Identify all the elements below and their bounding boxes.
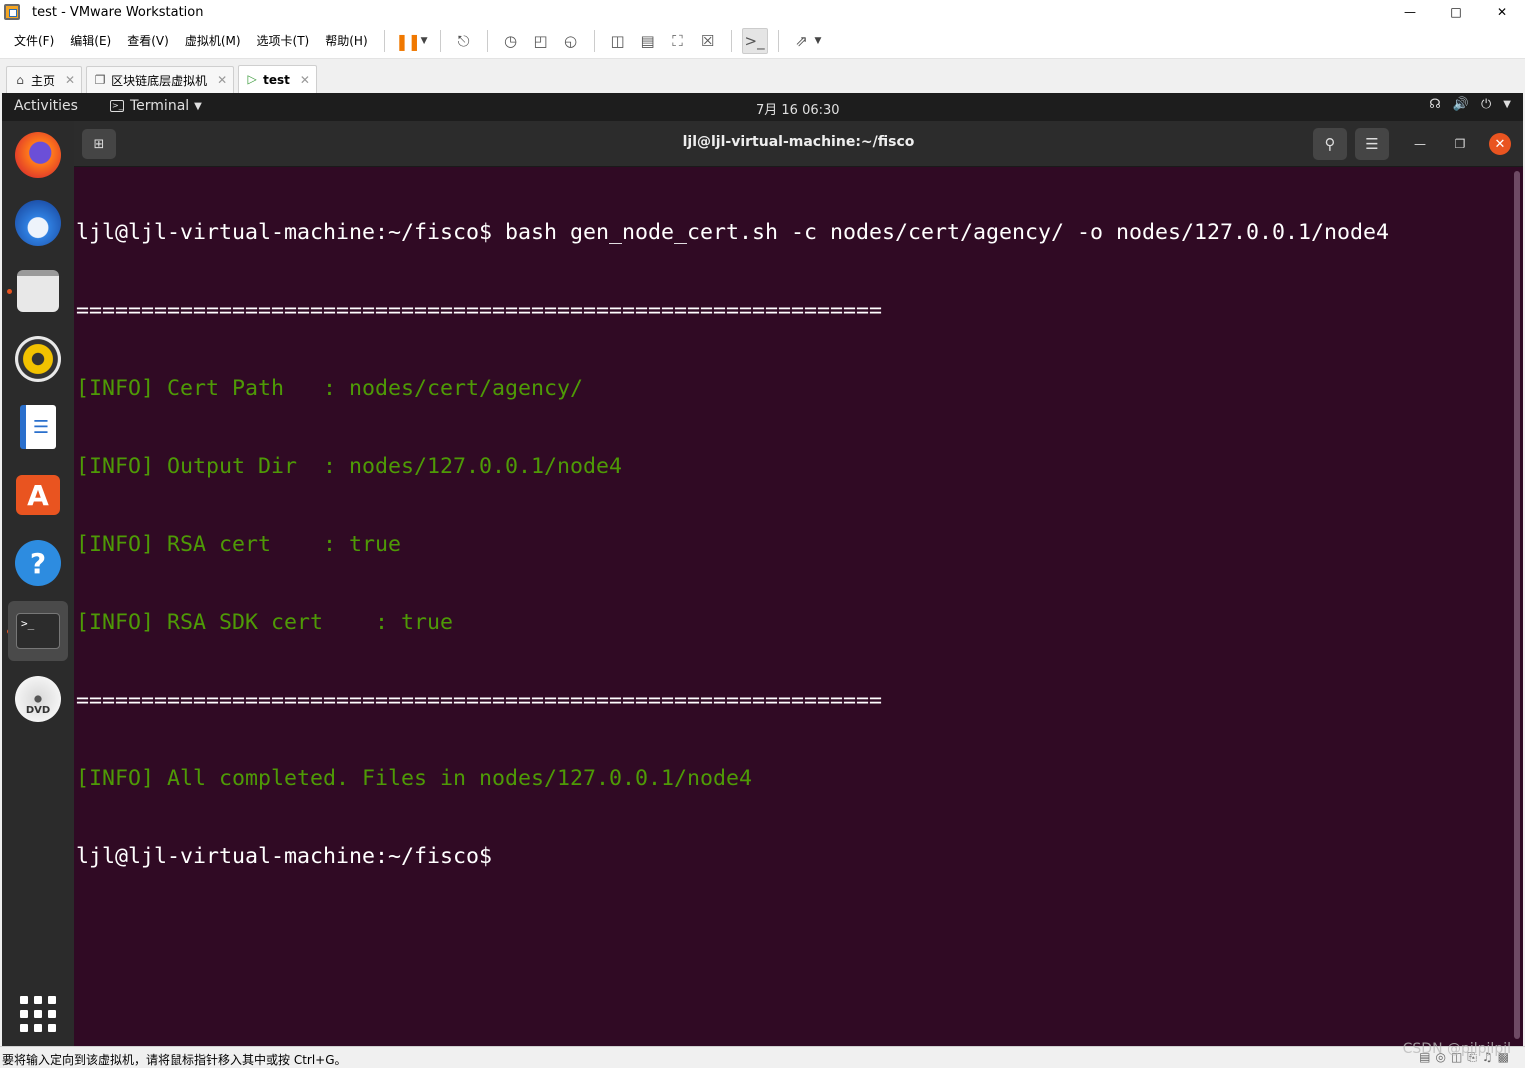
terminal-line-command: ljl@ljl-virtual-machine:~/fisco$ bash ge… (76, 220, 1390, 245)
menu-edit[interactable]: 编辑(E) (62, 29, 119, 53)
menu-vm[interactable]: 虚拟机(M) (177, 29, 249, 53)
hamburger-menu-icon[interactable]: ☰ (1355, 128, 1389, 160)
toolbar-separator (593, 30, 595, 52)
rhythmbox-icon (15, 336, 61, 382)
toolbar-separator (383, 30, 385, 52)
tab-label: test (263, 72, 290, 87)
terminal-line-info: [INFO] Output Dir : nodes/127.0.0.1/node… (76, 454, 623, 479)
unity-icon[interactable]: ☒ (695, 28, 721, 54)
dock-item-files[interactable] (8, 261, 68, 321)
libreoffice-writer-icon: ☰ (20, 405, 56, 449)
vmware-statusbar: 要将输入定向到该虚拟机，请将鼠标指针移入其中或按 Ctrl+G。 ▤ ◎ ◫ ⎘… (0, 1041, 1525, 1068)
tab-close-icon[interactable]: ✕ (217, 73, 227, 87)
terminal-output[interactable]: ljl@ljl-virtual-machine:~/fisco$ bash ge… (76, 168, 1512, 1044)
fullscreen-icon[interactable]: ⛶ (665, 28, 691, 54)
terminal-icon: >_ (16, 613, 60, 649)
help-icon: ? (15, 540, 61, 586)
terminal-line-separator: ========================================… (76, 298, 883, 323)
console-view-icon[interactable]: >_ (741, 28, 768, 54)
tab-label: 区块链底层虚拟机 (111, 73, 208, 88)
dock-item-software[interactable]: A (8, 465, 68, 525)
home-icon: ⌂ (16, 72, 24, 87)
dock-item-thunderbird[interactable] (8, 193, 68, 253)
restore-icon[interactable]: ❐ (1449, 133, 1471, 155)
terminal-small-icon: >_ (110, 100, 124, 112)
vmware-logo-icon (4, 4, 20, 20)
minimize-button[interactable]: — (1387, 0, 1433, 24)
ubuntu-software-icon: A (16, 475, 60, 515)
dock-item-help[interactable]: ? (8, 533, 68, 593)
vm-icon: ❐ (94, 72, 106, 87)
stretch-dropdown-icon[interactable]: ▼ (815, 36, 822, 46)
chevron-down-icon: ▼ (194, 100, 202, 112)
vmware-tabbar: ⌂ 主页 ✕ ❐ 区块链底层虚拟机 ✕ ▷ test ✕ (0, 60, 1525, 93)
terminal-line-prompt: ljl@ljl-virtual-machine:~/fisco$ (76, 844, 493, 869)
watermark: CSDN @pjlpjlpjl (1402, 1041, 1511, 1057)
tab-home[interactable]: ⌂ 主页 ✕ (6, 66, 83, 93)
tab-close-icon[interactable]: ✕ (65, 73, 75, 87)
firefox-icon (15, 132, 61, 178)
terminal-headerbar: ⊞ ljl@ljl-virtual-machine:~/fisco ⚲ ☰ — … (74, 121, 1523, 167)
terminal-line-info: [INFO] Cert Path : nodes/cert/agency/ (76, 376, 584, 401)
snapshot-icon[interactable]: ◷ (498, 28, 524, 54)
menu-file[interactable]: 文件(F) (6, 29, 62, 53)
vmware-title-bar: test - VMware Workstation — □ ✕ (0, 0, 1525, 24)
send-ctrl-alt-del-icon[interactable]: ⎋ (451, 28, 477, 54)
ubuntu-dock: ☰ A ? >_ DVD (2, 121, 74, 1046)
close-icon[interactable]: ✕ (1489, 133, 1511, 155)
volume-icon[interactable]: 🔊 (1453, 97, 1469, 112)
files-icon (17, 270, 59, 312)
vm-running-icon: ▷ (247, 72, 257, 86)
toolbar-separator (486, 30, 488, 52)
toolbar-separator (730, 30, 732, 52)
tab-blockchain-vm[interactable]: ❐ 区块链底层虚拟机 ✕ (86, 66, 235, 93)
tab-test[interactable]: ▷ test ✕ (238, 65, 317, 93)
pause-icon[interactable]: ❚❚ (395, 28, 421, 54)
toolbar-separator (777, 30, 779, 52)
dock-item-firefox[interactable] (8, 125, 68, 185)
close-button[interactable]: ✕ (1479, 0, 1525, 24)
terminal-scrollbar[interactable] (1514, 171, 1520, 1039)
show-applications-icon[interactable] (20, 996, 56, 1032)
window-title: test - VMware Workstation (32, 4, 204, 20)
pause-dropdown-icon[interactable]: ▼ (421, 36, 428, 46)
search-icon[interactable]: ⚲ (1313, 128, 1347, 160)
activities-button[interactable]: Activities (14, 98, 78, 114)
network-icon[interactable]: ☊ (1429, 97, 1441, 112)
terminal-line-info: [INFO] All completed. Files in nodes/127… (76, 766, 753, 791)
menu-help[interactable]: 帮助(H) (317, 29, 375, 53)
toolbar-separator (439, 30, 441, 52)
terminal-window[interactable]: ⊞ ljl@ljl-virtual-machine:~/fisco ⚲ ☰ — … (74, 121, 1523, 1046)
thumbnail-bar-icon[interactable]: ▤ (635, 28, 661, 54)
revert-snapshot-icon[interactable]: ◰ (528, 28, 554, 54)
chevron-down-icon[interactable]: ▼ (1503, 99, 1511, 112)
snapshot-manager-icon[interactable]: ◵ (558, 28, 584, 54)
dock-item-rhythmbox[interactable] (8, 329, 68, 389)
tab-close-icon[interactable]: ✕ (300, 73, 310, 87)
maximize-button[interactable]: □ (1433, 0, 1479, 24)
dock-item-writer[interactable]: ☰ (8, 397, 68, 457)
thunderbird-icon (15, 200, 61, 246)
menu-tabs[interactable]: 选项卡(T) (249, 29, 318, 53)
status-message: 要将输入定向到该虚拟机，请将鼠标指针移入其中或按 Ctrl+G。 (2, 1053, 347, 1067)
tab-label: 主页 (31, 73, 56, 88)
dvd-icon: DVD (15, 676, 61, 722)
gnome-top-bar: Activities >_ Terminal ▼ 7月 16 06:30 ☊ 🔊… (2, 93, 1523, 121)
stretch-guest-icon[interactable]: ⇗ (789, 28, 815, 54)
dock-item-dvd[interactable]: DVD (8, 669, 68, 729)
dock-item-terminal[interactable]: >_ (8, 601, 68, 661)
terminal-title: ljl@ljl-virtual-machine:~/fisco (682, 134, 915, 150)
library-view-icon[interactable]: ◫ (605, 28, 631, 54)
power-icon[interactable]: ⏻ (1481, 97, 1491, 112)
terminal-line-info: [INFO] RSA SDK cert : true (76, 610, 454, 635)
app-menu-label: Terminal (130, 98, 190, 114)
terminal-line-info: [INFO] RSA cert : true (76, 532, 402, 557)
terminal-line-separator: ========================================… (76, 688, 883, 713)
menu-view[interactable]: 查看(V) (119, 29, 177, 53)
clock[interactable]: 7月 16 06:30 (756, 99, 840, 118)
minimize-icon[interactable]: — (1409, 133, 1431, 155)
app-menu[interactable]: >_ Terminal ▼ (110, 98, 202, 114)
vmware-menubar: 文件(F) 编辑(E) 查看(V) 虚拟机(M) 选项卡(T) 帮助(H) ❚❚… (0, 24, 1525, 59)
